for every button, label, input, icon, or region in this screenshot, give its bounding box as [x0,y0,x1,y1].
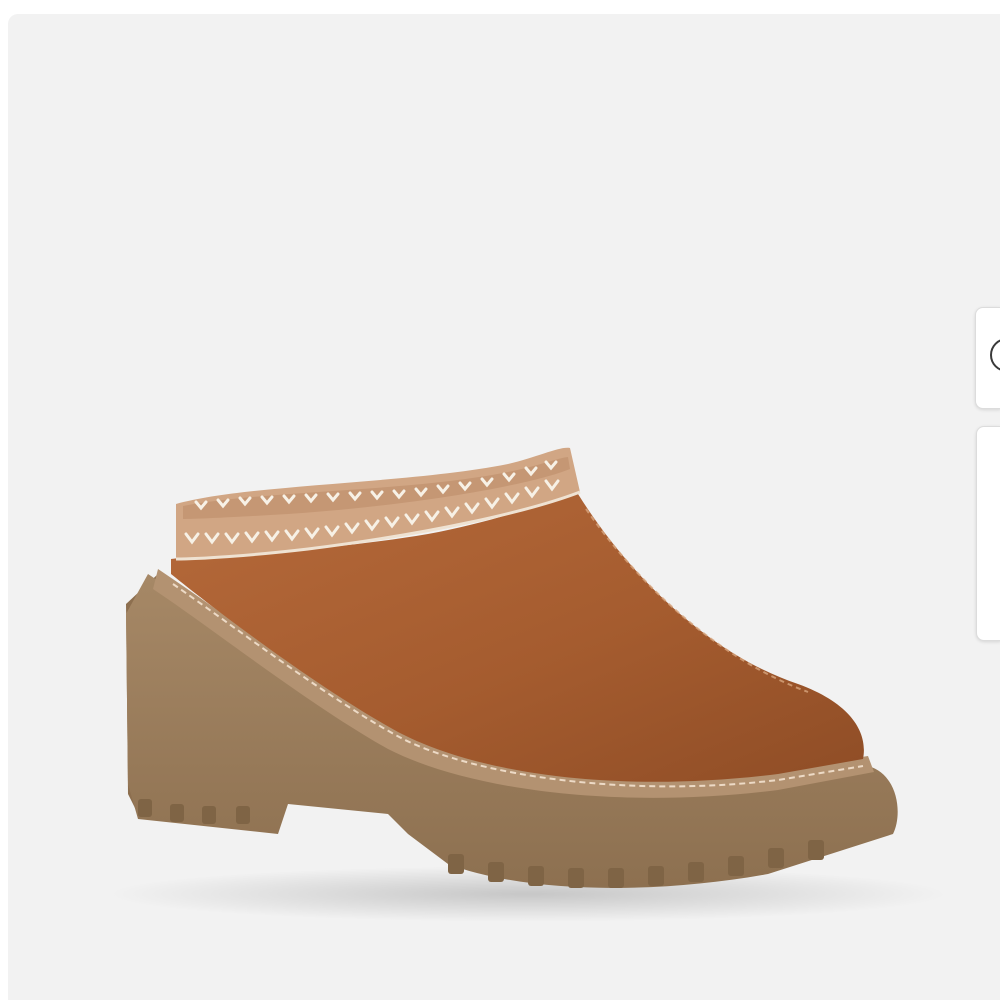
side-panel-tab[interactable] [976,426,1000,641]
product-image-panel [8,14,1000,1000]
product-page [0,0,1000,1000]
product-image[interactable] [8,14,1000,1000]
side-control-top[interactable] [975,307,1000,409]
circle-icon [990,338,1000,372]
